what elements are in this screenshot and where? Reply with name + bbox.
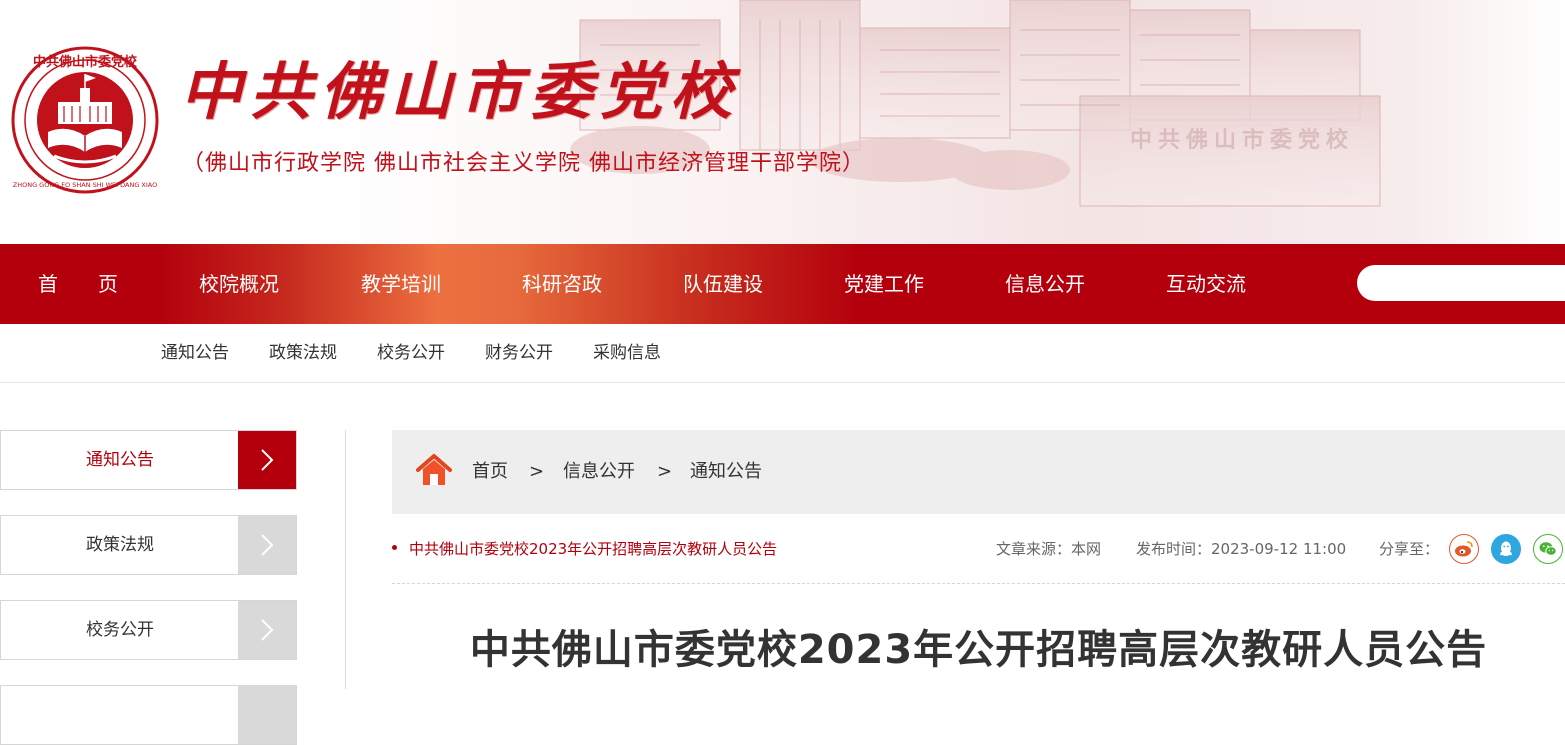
breadcrumb-home[interactable]: 首页 (472, 430, 508, 514)
sidebar-item-notices[interactable]: 通知公告 (0, 430, 297, 490)
banner-watermark-text: 中共佛山市委党校 (1130, 127, 1355, 153)
svg-text:ZHONG GONG FO SHAN SHI WEI DAN: ZHONG GONG FO SHAN SHI WEI DANG XIAO (13, 181, 158, 189)
article-publish-time: 发布时间：2023-09-12 11:00 (1136, 540, 1347, 558)
content-divider (345, 430, 346, 689)
article-meta-row: 中共佛山市委党校2023年公开招聘高层次教研人员公告 文章来源：本网 发布时间：… (392, 524, 1565, 580)
main-nav: 首 页 校院概况 教学培训 科研咨政 队伍建设 党建工作 信息公开 互动交流 (0, 244, 1565, 324)
breadcrumb-separator: > (657, 461, 673, 482)
subnav-item-policies[interactable]: 政策法规 (269, 324, 337, 382)
chevron-right-icon (238, 516, 296, 574)
nav-item-info-public[interactable]: 信息公开 (1005, 244, 1085, 324)
sidebar-item-label: 通知公告 (86, 450, 154, 470)
bullet-icon (392, 545, 397, 550)
meta-divider (392, 583, 1565, 584)
school-emblem-icon: 中共佛山市委党校 ZHONG GONG FO SHAN SHI WEI DANG… (11, 46, 159, 194)
nav-item-party[interactable]: 党建工作 (844, 244, 924, 324)
subnav-item-procurement[interactable]: 采购信息 (593, 324, 661, 382)
nav-item-staff[interactable]: 队伍建设 (683, 244, 763, 324)
search-input[interactable] (1357, 265, 1565, 301)
subnav-item-school-affairs[interactable]: 校务公开 (377, 324, 445, 382)
nav-item-interaction[interactable]: 互动交流 (1166, 244, 1246, 324)
share-label: 分享至： (1379, 540, 1440, 558)
qq-icon[interactable] (1491, 534, 1521, 564)
site-title: 中共佛山市委党校 (180, 55, 741, 128)
nav-item-teaching[interactable]: 教学培训 (361, 244, 441, 324)
home-icon[interactable] (414, 452, 454, 488)
article-link-title[interactable]: 中共佛山市委党校2023年公开招聘高层次教研人员公告 (409, 524, 777, 574)
chevron-right-icon (238, 601, 296, 659)
wechat-icon[interactable] (1533, 534, 1563, 564)
subnav-item-finance[interactable]: 财务公开 (485, 324, 553, 382)
breadcrumb: 首页 > 信息公开 > 通知公告 (392, 430, 1565, 514)
subnav-item-notices[interactable]: 通知公告 (161, 324, 229, 382)
header-banner: 中共佛山市委党校 ZHONG GONG FO SHAN SHI WEI DANG… (0, 0, 1565, 244)
nav-item-research[interactable]: 科研咨政 (522, 244, 602, 324)
sidebar-item-policies[interactable]: 政策法规 (0, 515, 297, 575)
breadcrumb-notices[interactable]: 通知公告 (690, 430, 762, 514)
breadcrumb-separator: > (529, 461, 545, 482)
sidebar-item-label: 校务公开 (86, 620, 154, 640)
nav-item-overview[interactable]: 校院概况 (199, 244, 279, 324)
sidebar-item-next[interactable] (0, 685, 297, 745)
weibo-icon[interactable] (1449, 534, 1479, 564)
breadcrumb-info-public[interactable]: 信息公开 (563, 430, 635, 514)
nav-item-home[interactable]: 首 页 (38, 244, 118, 324)
sidebar-arrow-block (238, 686, 296, 744)
article-title: 中共佛山市委党校2023年公开招聘高层次教研人员公告 (469, 627, 1488, 673)
sub-nav: 通知公告 政策法规 校务公开 财务公开 采购信息 (0, 324, 1565, 383)
sidebar-item-label: 政策法规 (86, 535, 154, 555)
article-source: 文章来源：本网 (996, 540, 1102, 558)
chevron-right-icon (238, 431, 296, 489)
site-subtitle: （佛山市行政学院 佛山市社会主义学院 佛山市经济管理干部学院） (182, 151, 865, 176)
sidebar-item-school-affairs[interactable]: 校务公开 (0, 600, 297, 660)
svg-text:中共佛山市委党校: 中共佛山市委党校 (33, 54, 138, 70)
